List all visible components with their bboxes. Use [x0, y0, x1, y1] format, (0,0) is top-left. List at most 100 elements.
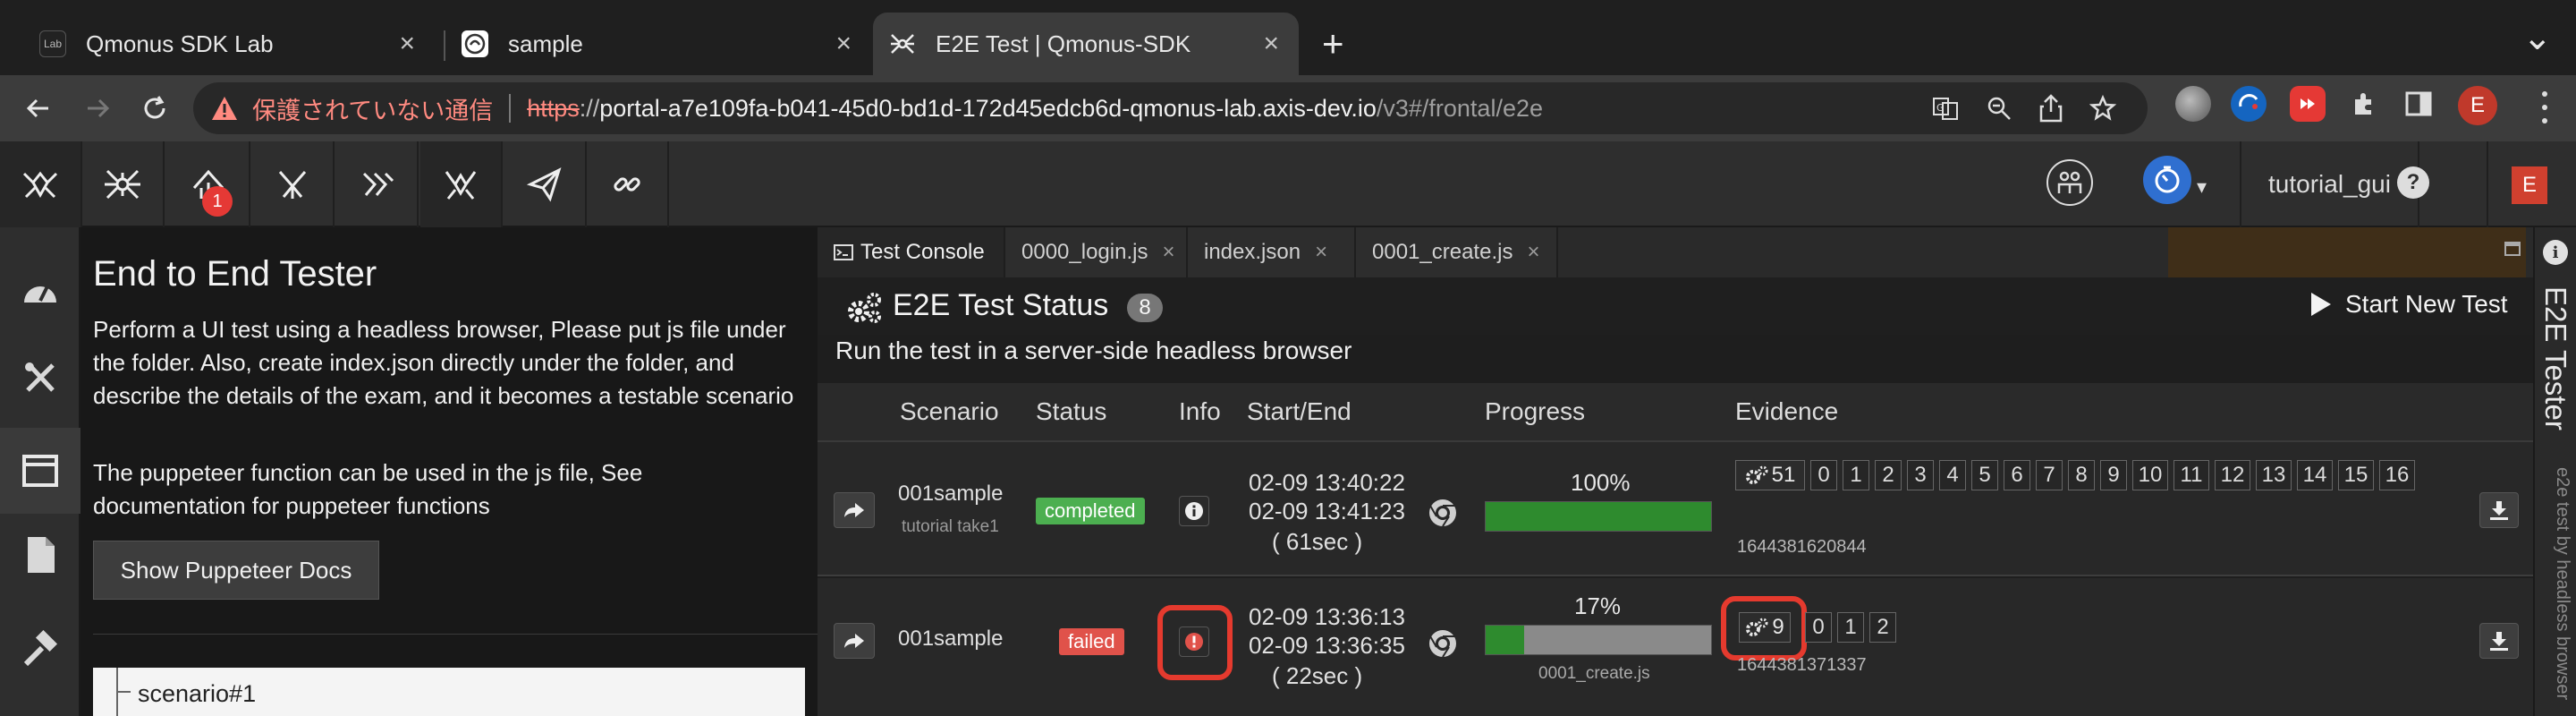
evidence-item[interactable]: 2: [1875, 460, 1902, 490]
tree-item-scenario[interactable]: scenario#1: [138, 680, 256, 708]
close-icon[interactable]: ×: [835, 30, 852, 57]
spider-favicon-icon: [889, 30, 916, 57]
panel-title: End to End Tester: [93, 254, 377, 294]
browser-tab-e2e-test[interactable]: E2E Test | Qmonus-SDK ×: [873, 13, 1299, 75]
user-avatar[interactable]: E: [2512, 166, 2547, 204]
people-button[interactable]: [2046, 159, 2093, 206]
show-puppeteer-docs-button[interactable]: Show Puppeteer Docs: [93, 541, 379, 600]
evidence-item[interactable]: 11: [2174, 460, 2209, 490]
evidence-item[interactable]: 6: [2004, 460, 2030, 490]
toolbar-fork-button[interactable]: [252, 141, 335, 227]
start-new-test-button[interactable]: Start New Test: [2309, 290, 2508, 319]
chevron-down-icon[interactable]: ▾: [2197, 175, 2207, 199]
evidence-item[interactable]: 0: [1805, 612, 1832, 643]
tab-index-json[interactable]: index.json ×: [1188, 227, 1356, 277]
timer-icon: [2155, 166, 2180, 193]
puzzle-icon[interactable]: [2345, 86, 2381, 122]
evidence-item[interactable]: 0: [1810, 460, 1837, 490]
bookmark-star-icon[interactable]: [2086, 91, 2120, 125]
info-icon[interactable]: i: [2543, 240, 2568, 265]
evidence-item[interactable]: 9: [2100, 460, 2127, 490]
toolbar-wave-button[interactable]: [336, 141, 419, 227]
download-button[interactable]: [2479, 492, 2519, 528]
browser-tab-title: E2E Test | Qmonus-SDK: [936, 30, 1191, 57]
back-button[interactable]: [18, 88, 59, 129]
user-name[interactable]: tutorial_gui: [2240, 141, 2419, 227]
share-arrow-icon[interactable]: [834, 492, 875, 528]
evidence-item[interactable]: 10: [2132, 460, 2168, 490]
rail-dashboard[interactable]: [0, 249, 80, 335]
rail-files[interactable]: [0, 512, 80, 598]
tab-0000-login[interactable]: 0000_login.js ×: [1005, 227, 1188, 277]
evidence-item[interactable]: 14: [2297, 460, 2333, 490]
close-icon[interactable]: ×: [1162, 240, 1174, 265]
rail-browser[interactable]: [0, 428, 80, 514]
close-icon[interactable]: ×: [1315, 240, 1327, 265]
end-time: 02-09 13:41:23: [1249, 498, 1405, 524]
zoom-icon[interactable]: [1982, 91, 2016, 125]
scenario-name: 001sample: [898, 626, 1004, 651]
qmonus-logo-icon: [22, 171, 58, 199]
highlight-annotation: [1157, 605, 1233, 680]
file-icon: [28, 537, 55, 573]
scenario-name: 001sample: [898, 482, 1004, 506]
profile-avatar[interactable]: E: [2458, 86, 2497, 125]
download-button[interactable]: [2479, 623, 2519, 659]
rail-build[interactable]: [0, 607, 80, 693]
tab-0001-create[interactable]: 0001_create.js ×: [1356, 227, 1558, 277]
browser-tab-qmonus-lab[interactable]: Lab Qmonus SDK Lab ×: [0, 13, 435, 75]
toolbar-link-button[interactable]: [587, 141, 669, 227]
sample-favicon-icon: [462, 30, 488, 57]
home-logo-button[interactable]: [0, 141, 82, 227]
browser-menu-button[interactable]: [2531, 88, 2558, 127]
extension-red-icon[interactable]: [2290, 86, 2326, 122]
timer-button[interactable]: [2143, 156, 2191, 204]
evidence-item[interactable]: 1: [1837, 612, 1864, 643]
arrow-right-icon: [88, 98, 110, 118]
help-icon[interactable]: ?: [2397, 166, 2429, 199]
evidence-item[interactable]: 12: [2215, 460, 2250, 490]
extension-globe-icon[interactable]: [2175, 86, 2211, 122]
status-badge: failed: [1059, 628, 1124, 655]
evidence-item[interactable]: 15: [2338, 460, 2374, 490]
info-button[interactable]: [1179, 496, 1209, 526]
evidence-item[interactable]: 3: [1907, 460, 1934, 490]
evidence-item[interactable]: 16: [2379, 460, 2415, 490]
table-row[interactable]: 001sample tutorial take1 completed 02-09…: [818, 442, 2533, 576]
evidence-item[interactable]: 8: [2068, 460, 2095, 490]
table-row[interactable]: 001sample failed 02-09 13:36:13 02-09 13…: [818, 578, 2533, 716]
close-icon[interactable]: ×: [1263, 30, 1279, 57]
evidence-count-button[interactable]: 51: [1735, 460, 1805, 490]
reload-button[interactable]: [134, 88, 175, 129]
rail-tools[interactable]: [0, 335, 80, 421]
wave-icon: [362, 172, 394, 196]
share-icon[interactable]: [2034, 91, 2068, 125]
share-arrow-icon[interactable]: [834, 623, 875, 659]
evidence-item[interactable]: 4: [1939, 460, 1966, 490]
new-tab-button[interactable]: +: [1322, 23, 1344, 64]
evidence-item[interactable]: 7: [2036, 460, 2063, 490]
extension-blue-icon[interactable]: [2231, 86, 2267, 122]
sidebar-icon[interactable]: [2401, 86, 2436, 122]
evidence-item[interactable]: 13: [2256, 460, 2292, 490]
toolbar-spider-button[interactable]: [82, 141, 165, 227]
evidence-item[interactable]: 1: [1843, 460, 1869, 490]
browser-tab-title: sample: [508, 30, 583, 57]
security-warning-text[interactable]: 保護されていない通信: [252, 91, 493, 126]
evidence-item[interactable]: 5: [1971, 460, 1998, 490]
close-icon[interactable]: ×: [399, 30, 415, 57]
tab-test-console[interactable]: Test Console: [818, 227, 1005, 277]
browser-toolbar: 保護されていない通信 https://portal-a7e109fa-b041-…: [0, 75, 2576, 141]
maximize-icon[interactable]: [2504, 242, 2521, 256]
browser-tab-sample[interactable]: sample ×: [447, 13, 871, 75]
tools-icon: [25, 362, 55, 392]
side-tab-subtitle: e2e test by headless browser: [2553, 467, 2572, 701]
forward-button[interactable]: [77, 88, 118, 129]
evidence-item[interactable]: 2: [1869, 612, 1896, 643]
toolbar-plane-button[interactable]: [504, 141, 587, 227]
close-icon[interactable]: ×: [1527, 240, 1539, 265]
address-bar[interactable]: 保護されていない通信 https://portal-a7e109fa-b041-…: [193, 82, 2148, 134]
tab-search-button[interactable]: ⌄: [2522, 20, 2553, 55]
translate-icon[interactable]: G: [1928, 91, 1962, 125]
toolbar-e2e-button[interactable]: [420, 141, 503, 227]
